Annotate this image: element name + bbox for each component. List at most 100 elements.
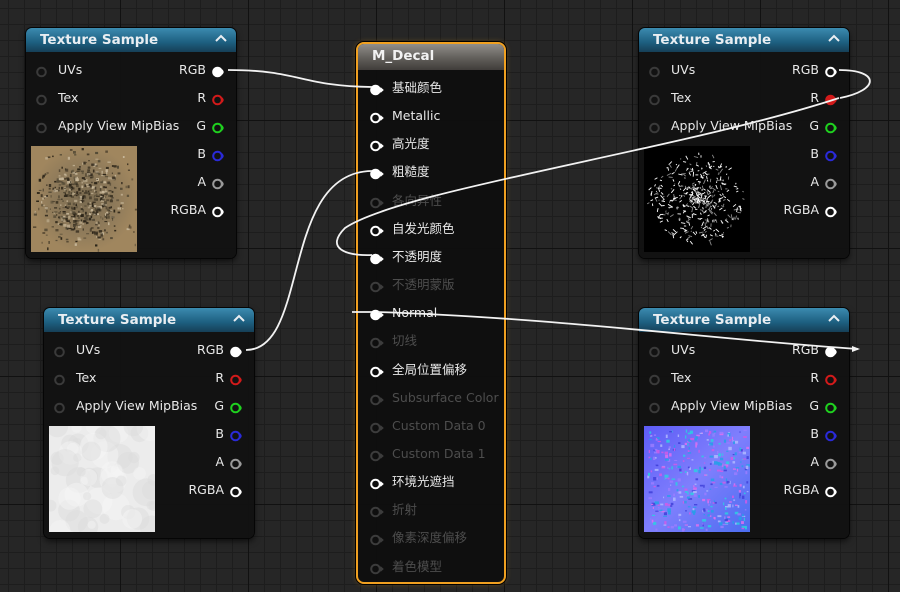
material-input-pin-icon <box>370 448 384 462</box>
output-pin-icon[interactable] <box>825 456 837 470</box>
output-pin-label: B <box>810 146 819 161</box>
output-pin-icon[interactable] <box>230 456 242 470</box>
output-pin-row[interactable]: R <box>639 368 849 388</box>
output-pin-icon[interactable] <box>212 204 224 218</box>
material-input-pin-icon[interactable] <box>370 223 384 237</box>
texture-sample-node-3[interactable]: Texture Sample UVs Tex Apply View MipBias RG… <box>639 28 849 258</box>
material-input-label: 折射 <box>392 502 418 518</box>
material-input-label: Custom Data 0 <box>392 417 486 433</box>
material-input-row: 折射 <box>358 500 504 520</box>
output-pin-icon[interactable] <box>825 372 837 386</box>
output-pin-label: R <box>810 90 819 105</box>
material-input-label: 像素深度偏移 <box>392 530 468 546</box>
output-pin-row[interactable]: R <box>639 88 849 108</box>
material-input-row[interactable]: Metallic <box>358 106 504 126</box>
output-pin-icon[interactable] <box>825 400 837 414</box>
material-input-pin-icon[interactable] <box>370 476 384 490</box>
output-pin-icon[interactable] <box>230 428 242 442</box>
output-pin-icon[interactable] <box>825 148 837 162</box>
output-pin-row[interactable]: G <box>639 116 849 136</box>
material-node-title: M_Decal <box>372 48 435 64</box>
material-input-pin-icon <box>370 279 384 293</box>
material-input-row[interactable]: 全局位置偏移 <box>358 360 504 380</box>
output-pin-icon[interactable] <box>825 120 837 134</box>
output-pin-icon[interactable] <box>825 64 837 78</box>
material-input-label: 不透明蒙版 <box>392 277 455 293</box>
texture-sample-node-2[interactable]: Texture Sample UVs Tex Apply View MipBias RG… <box>44 308 254 541</box>
material-input-pin-icon[interactable] <box>370 364 384 377</box>
material-input-pin-icon <box>370 420 384 434</box>
material-input-pin-icon[interactable] <box>370 82 384 96</box>
output-pin-icon[interactable] <box>212 176 224 190</box>
material-result-node[interactable]: M_Decal 基础颜色 Metallic 高光度粗糙度各向异性自发光颜色不透明度不透… <box>356 42 506 584</box>
output-pin-row[interactable]: RGB <box>44 340 254 360</box>
output-pin-label: A <box>810 454 819 469</box>
material-input-row[interactable]: 基础颜色 <box>358 78 504 98</box>
material-node-header[interactable]: M_Decal <box>358 44 504 70</box>
output-pin-icon[interactable] <box>825 344 837 358</box>
output-pin-row[interactable]: G <box>639 396 849 416</box>
node-title: Texture Sample <box>58 312 177 328</box>
material-input-label: 不透明度 <box>392 248 443 264</box>
material-input-row: 各向异性 <box>358 191 504 211</box>
output-pin-icon[interactable] <box>825 428 837 442</box>
output-pin-icon[interactable] <box>825 484 837 498</box>
material-input-row[interactable]: 环境光遮挡 <box>358 472 504 492</box>
material-input-label: 着色模型 <box>392 558 443 574</box>
material-input-row[interactable]: 高光度 <box>358 134 504 154</box>
output-pin-icon[interactable] <box>212 120 224 134</box>
node-header[interactable]: Texture Sample <box>44 308 254 332</box>
output-pin-label: B <box>215 426 224 441</box>
output-pin-label: B <box>197 146 206 161</box>
output-pin-label: RGB <box>197 342 224 357</box>
node-header[interactable]: Texture Sample <box>639 28 849 52</box>
material-input-pin-icon[interactable] <box>370 307 384 321</box>
output-pin-icon[interactable] <box>230 400 242 414</box>
node-title: Texture Sample <box>653 312 772 328</box>
material-input-label: Metallic <box>392 108 441 124</box>
output-pin-icon[interactable] <box>825 92 837 106</box>
material-input-pin-icon[interactable] <box>370 251 384 265</box>
output-pin-row[interactable]: RGB <box>639 60 849 80</box>
output-pin-row[interactable]: G <box>26 116 236 136</box>
output-pin-icon[interactable] <box>230 484 242 498</box>
material-input-pin-icon[interactable] <box>370 110 384 124</box>
material-input-label: 全局位置偏移 <box>392 361 468 377</box>
output-pin-label: RGBA <box>170 202 207 217</box>
output-pin-label: R <box>197 90 206 105</box>
output-pin-row[interactable]: RGB <box>639 340 849 360</box>
material-input-row[interactable]: 自发光颜色 <box>358 219 504 239</box>
output-pin-icon[interactable] <box>212 92 224 106</box>
output-pin-row[interactable]: G <box>44 396 254 416</box>
material-input-pin-icon <box>370 195 384 208</box>
node-header[interactable]: Texture Sample <box>26 28 236 52</box>
material-input-pin-icon[interactable] <box>370 138 384 152</box>
node-title: Texture Sample <box>653 32 772 48</box>
material-input-pin-icon[interactable] <box>370 166 384 180</box>
texture-sample-node-4[interactable]: Texture Sample UVs Tex Apply View MipBias RG… <box>639 308 849 538</box>
material-input-row[interactable]: Normal <box>358 303 504 323</box>
output-pin-icon[interactable] <box>230 344 242 358</box>
collapse-chevron-icon[interactable] <box>827 311 841 325</box>
output-pin-row[interactable]: R <box>26 88 236 108</box>
output-pin-label: G <box>809 398 819 413</box>
output-pin-label: RGBA <box>783 482 820 497</box>
output-pin-label: RGB <box>792 62 819 77</box>
material-input-row[interactable]: 粗糙度 <box>358 162 504 182</box>
collapse-chevron-icon[interactable] <box>827 31 841 45</box>
output-pin-label: A <box>810 174 819 189</box>
texture-sample-node-1[interactable]: Texture Sample UVs Tex Apply View MipBias RG… <box>26 28 236 258</box>
output-pin-row[interactable]: R <box>44 368 254 388</box>
node-header[interactable]: Texture Sample <box>639 308 849 332</box>
material-input-row: Custom Data 1 <box>358 444 504 464</box>
output-pin-icon[interactable] <box>825 176 837 190</box>
output-pin-icon[interactable] <box>825 204 837 218</box>
wire-base-color <box>227 69 373 88</box>
output-pin-icon[interactable] <box>212 64 224 78</box>
material-input-row[interactable]: 不透明度 <box>358 247 504 267</box>
output-pin-row[interactable]: RGB <box>26 60 236 80</box>
output-pin-icon[interactable] <box>230 372 242 386</box>
collapse-chevron-icon[interactable] <box>232 311 246 325</box>
collapse-chevron-icon[interactable] <box>214 31 228 45</box>
output-pin-icon[interactable] <box>212 148 224 162</box>
